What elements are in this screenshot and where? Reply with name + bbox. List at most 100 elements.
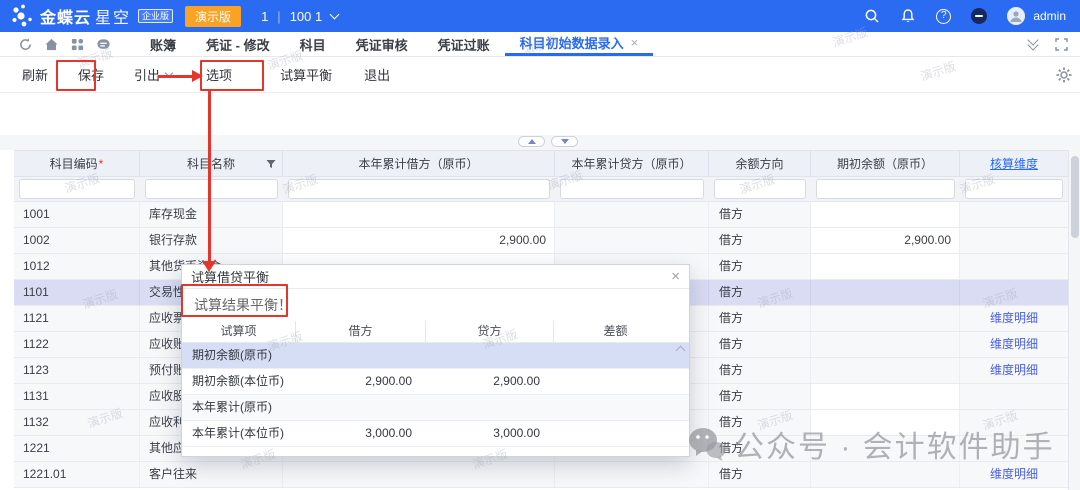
gear-settings-icon[interactable]: [1056, 67, 1072, 83]
collapse-tabs-icon[interactable]: [1027, 38, 1039, 50]
filter-input-name[interactable]: [145, 179, 278, 199]
col-header-account-name[interactable]: 科目名称: [140, 151, 283, 176]
dimension-detail-link[interactable]: 维度明细: [960, 332, 1068, 357]
opening-balance-cell[interactable]: 2,900.00: [811, 228, 960, 253]
trial-result-message: 试算结果平衡！: [182, 289, 689, 321]
dialog-table-row[interactable]: 期初余额(原币): [182, 343, 689, 369]
org-separator: |: [277, 9, 280, 24]
ytd-debit-cell[interactable]: 2,900.00: [283, 228, 555, 253]
trial-item-cell: 本年累计(原币): [182, 395, 296, 420]
trial-balance-dialog: 试算借贷平衡 × 试算结果平衡！ 试算项 借方 贷方 差额 期初余额(原币)期初…: [181, 264, 690, 457]
vertical-scrollbar[interactable]: [1068, 150, 1080, 490]
org-book-switcher[interactable]: 1 | 100 1: [261, 9, 338, 24]
header-form: 账簿 1 * 科目表 新会计准则科目表 币别 人民币 * 汇率 1.0000 *…: [0, 93, 1080, 135]
opening-balance-cell[interactable]: [811, 384, 960, 409]
table-row[interactable]: 1221.01客户往来借方维度明细: [14, 462, 1068, 488]
collapse-down-button[interactable]: [551, 136, 578, 147]
filter-input-opening[interactable]: [816, 179, 955, 199]
table-row[interactable]: 1002银行存款2,900.00借方2,900.00: [14, 228, 1068, 254]
ytd-debit-cell[interactable]: [283, 202, 555, 227]
filter-input-ytd-credit[interactable]: [560, 179, 704, 199]
scrollbar-thumb[interactable]: [1071, 156, 1079, 238]
opening-balance-cell[interactable]: [811, 254, 960, 279]
trial-balance-button[interactable]: 试算平衡: [276, 65, 336, 84]
tab-凭证审核[interactable]: 凭证审核: [341, 32, 423, 56]
col-header-account-code[interactable]: 科目编码*: [14, 151, 140, 176]
trial-item-cell: 期初余额(原币): [182, 343, 296, 368]
dimension-detail-link[interactable]: 维度明细: [960, 306, 1068, 331]
filter-input-code[interactable]: [19, 179, 135, 199]
book-number: 100 1: [290, 9, 323, 24]
minimize-theme-icon[interactable]: [971, 8, 987, 24]
refresh-button[interactable]: 刷新: [18, 65, 52, 84]
table-row[interactable]: 1001库存现金借方: [14, 202, 1068, 228]
username-label[interactable]: admin: [1033, 9, 1066, 23]
save-button[interactable]: 保存: [74, 65, 108, 84]
dialog-table-row[interactable]: 本年累计(本位币)3,000.003,000.00: [182, 421, 689, 447]
ytd-credit-cell: [555, 462, 709, 487]
message-icon[interactable]: [96, 37, 111, 52]
ytd-debit-cell[interactable]: [283, 462, 555, 487]
collapse-up-button[interactable]: [518, 136, 545, 147]
search-icon[interactable]: [864, 8, 880, 24]
home-icon[interactable]: [44, 37, 59, 52]
col-header-balance-direction[interactable]: 余额方向: [709, 151, 811, 176]
dialog-col-credit: 贷方: [426, 321, 554, 342]
dimension-cell: 维度明细: [960, 332, 1068, 357]
col-header-ytd-debit[interactable]: 本年累计借方（原币）: [283, 151, 555, 176]
dimension-cell: 维度明细: [960, 462, 1068, 487]
dialog-close-icon[interactable]: ×: [671, 269, 680, 284]
opening-balance-cell[interactable]: [811, 306, 960, 331]
opening-balance-cell[interactable]: [811, 462, 960, 487]
trial-diff-cell: [554, 395, 677, 420]
balance-direction-cell: 借方: [709, 228, 811, 253]
options-button[interactable]: 选项: [202, 65, 236, 84]
trial-debit-cell: [296, 343, 426, 368]
filter-input-dimension[interactable]: [965, 179, 1063, 199]
filter-input-ytd-debit[interactable]: [288, 179, 550, 199]
refresh-sync-icon[interactable]: [18, 37, 33, 52]
close-tab-icon[interactable]: ×: [631, 35, 639, 50]
dimension-detail-link[interactable]: 维度明细: [960, 358, 1068, 383]
notification-bell-icon[interactable]: [900, 8, 916, 24]
fullscreen-icon[interactable]: [1055, 38, 1068, 51]
opening-balance-cell[interactable]: [811, 202, 960, 227]
annotation-arrow-horizontal: [158, 75, 193, 78]
filter-input-direction[interactable]: [714, 179, 806, 199]
dialog-title-bar[interactable]: 试算借贷平衡 ×: [182, 265, 689, 289]
trial-item-cell: 期初余额(本位币): [182, 369, 296, 394]
opening-balance-cell[interactable]: [811, 280, 960, 305]
org-number: 1: [261, 9, 268, 24]
tab-凭证过账[interactable]: 凭证过账: [423, 32, 505, 56]
filter-funnel-icon[interactable]: [266, 159, 276, 169]
opening-balance-cell[interactable]: [811, 332, 960, 357]
account-name-cell: 库存现金: [140, 202, 283, 227]
open-tabs: 账簿凭证 - 修改科目凭证审核凭证过账: [135, 32, 505, 56]
trial-debit-cell: [296, 395, 426, 420]
account-code-cell: 1221.01: [14, 462, 140, 487]
tab-账簿[interactable]: 账簿: [135, 32, 191, 56]
opening-balance-cell[interactable]: [811, 358, 960, 383]
help-icon[interactable]: ?: [936, 9, 951, 24]
apps-grid-icon[interactable]: [70, 37, 85, 52]
exit-button[interactable]: 退出: [360, 65, 394, 84]
col-header-ytd-credit[interactable]: 本年累计贷方（原币）: [555, 151, 709, 176]
dialog-scroll-arrows[interactable]: [675, 323, 687, 451]
dialog-col-item: 试算项: [182, 321, 296, 342]
col-header-dimension-link[interactable]: 核算维度: [960, 151, 1068, 176]
dimension-detail-link[interactable]: 维度明细: [960, 462, 1068, 487]
tab-凭证 - 修改[interactable]: 凭证 - 修改: [191, 32, 285, 56]
account-code-cell: 1012: [14, 254, 140, 279]
chevron-down-icon[interactable]: [330, 10, 340, 20]
tab-bar: 账簿凭证 - 修改科目凭证审核凭证过账 科目初始数据录入 ×: [0, 32, 1080, 57]
scroll-up-icon[interactable]: [676, 346, 686, 356]
dialog-table-row[interactable]: 本年累计(原币): [182, 395, 689, 421]
opening-balance-cell[interactable]: [811, 436, 960, 461]
avatar[interactable]: [1007, 7, 1025, 25]
opening-balance-cell[interactable]: [811, 410, 960, 435]
dialog-table-row[interactable]: 期初余额(本位币)2,900.002,900.00: [182, 369, 689, 395]
tab-active-initial-data-entry[interactable]: 科目初始数据录入 ×: [505, 32, 654, 56]
col-header-opening-balance[interactable]: 期初余额（原币）: [811, 151, 960, 176]
account-code-cell: 1001: [14, 202, 140, 227]
tab-科目[interactable]: 科目: [285, 32, 341, 56]
